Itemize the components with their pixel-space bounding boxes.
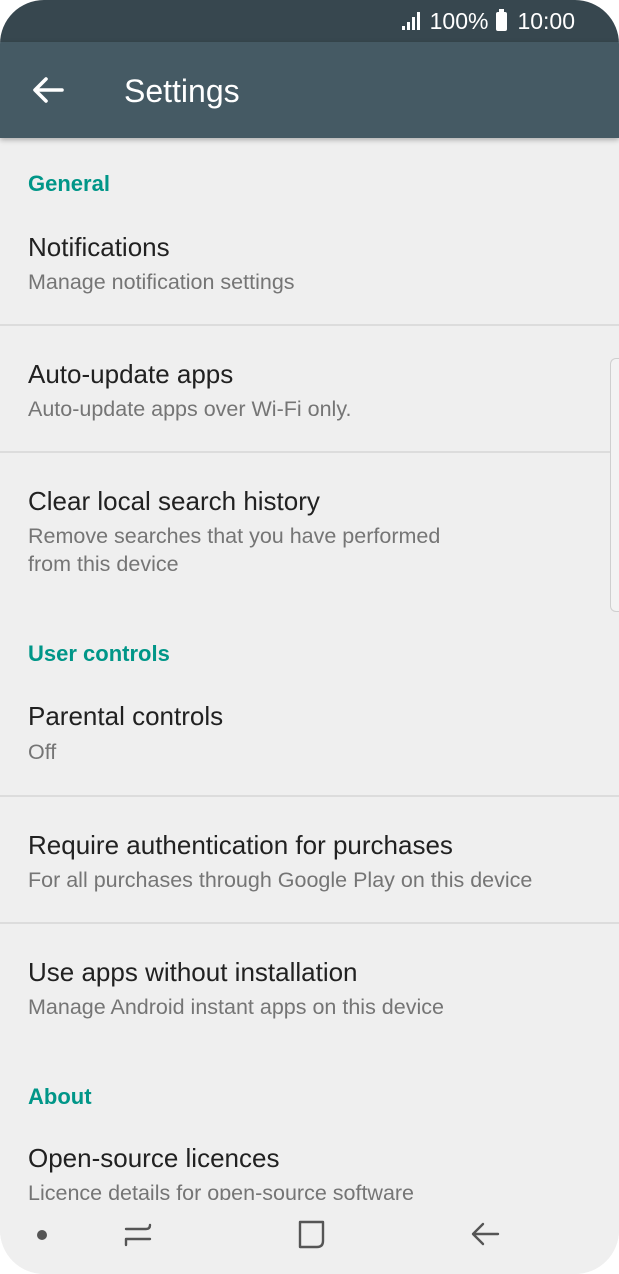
setting-subtitle: Remove searches that you have performed … xyxy=(28,524,441,576)
home-icon[interactable] xyxy=(294,1216,330,1252)
setting-subtitle: Licence details for open-source software xyxy=(28,1181,415,1200)
page-title: Settings xyxy=(124,73,240,109)
back-icon[interactable] xyxy=(467,1216,503,1252)
phone-screen: 100% 10:00 Settings General Notification… xyxy=(0,0,619,1274)
battery-percentage: 100% xyxy=(429,7,489,34)
setting-subtitle: Auto-update apps over Wi-Fi only. xyxy=(28,397,352,421)
setting-auto-update-apps[interactable]: Auto-update apps Auto-update apps over W… xyxy=(0,326,619,452)
navigation-bar xyxy=(0,1200,619,1274)
back-arrow-icon[interactable] xyxy=(26,68,70,112)
setting-parental-controls[interactable]: Parental controls Off xyxy=(0,686,619,796)
settings-list: General Notifications Manage notificatio… xyxy=(0,138,619,1200)
setting-subtitle: For all purchases through Google Play on… xyxy=(28,868,533,892)
signal-icon xyxy=(401,12,420,30)
setting-open-source-licences[interactable]: Open-source licences Licence details for… xyxy=(0,1128,619,1200)
battery-icon xyxy=(496,8,508,31)
scrollbar-thumb[interactable] xyxy=(610,358,619,612)
app-bar: Settings xyxy=(0,42,619,138)
section-header-general: General xyxy=(28,171,110,196)
section-header-about: About xyxy=(28,1084,92,1109)
setting-title: Open-source licences xyxy=(28,1143,280,1173)
setting-notifications[interactable]: Notifications Manage notification settin… xyxy=(0,218,619,324)
dot-icon[interactable] xyxy=(37,1230,47,1240)
status-bar: 100% 10:00 xyxy=(0,0,619,42)
section-header-user-controls: User controls xyxy=(28,641,170,666)
setting-subtitle: Manage Android instant apps on this devi… xyxy=(28,995,444,1019)
setting-title: Notifications xyxy=(28,232,170,262)
setting-title: Auto-update apps xyxy=(28,359,234,389)
setting-require-authentication[interactable]: Require authentication for purchases For… xyxy=(0,797,619,921)
setting-subtitle: Manage notification settings xyxy=(28,270,295,294)
clock: 10:00 xyxy=(517,7,575,34)
setting-title: Require authentication for purchases xyxy=(28,830,453,860)
setting-instant-apps[interactable]: Use apps without installation Manage And… xyxy=(0,924,619,1048)
setting-title: Clear local search history xyxy=(28,486,320,516)
status-indicators: 100% 10:00 xyxy=(401,6,575,36)
setting-subtitle: Off xyxy=(28,740,57,764)
setting-title: Parental controls xyxy=(28,701,224,731)
setting-title: Use apps without installation xyxy=(28,957,358,987)
recents-icon[interactable] xyxy=(120,1216,156,1252)
setting-clear-search-history[interactable]: Clear local search history Remove search… xyxy=(0,453,619,588)
